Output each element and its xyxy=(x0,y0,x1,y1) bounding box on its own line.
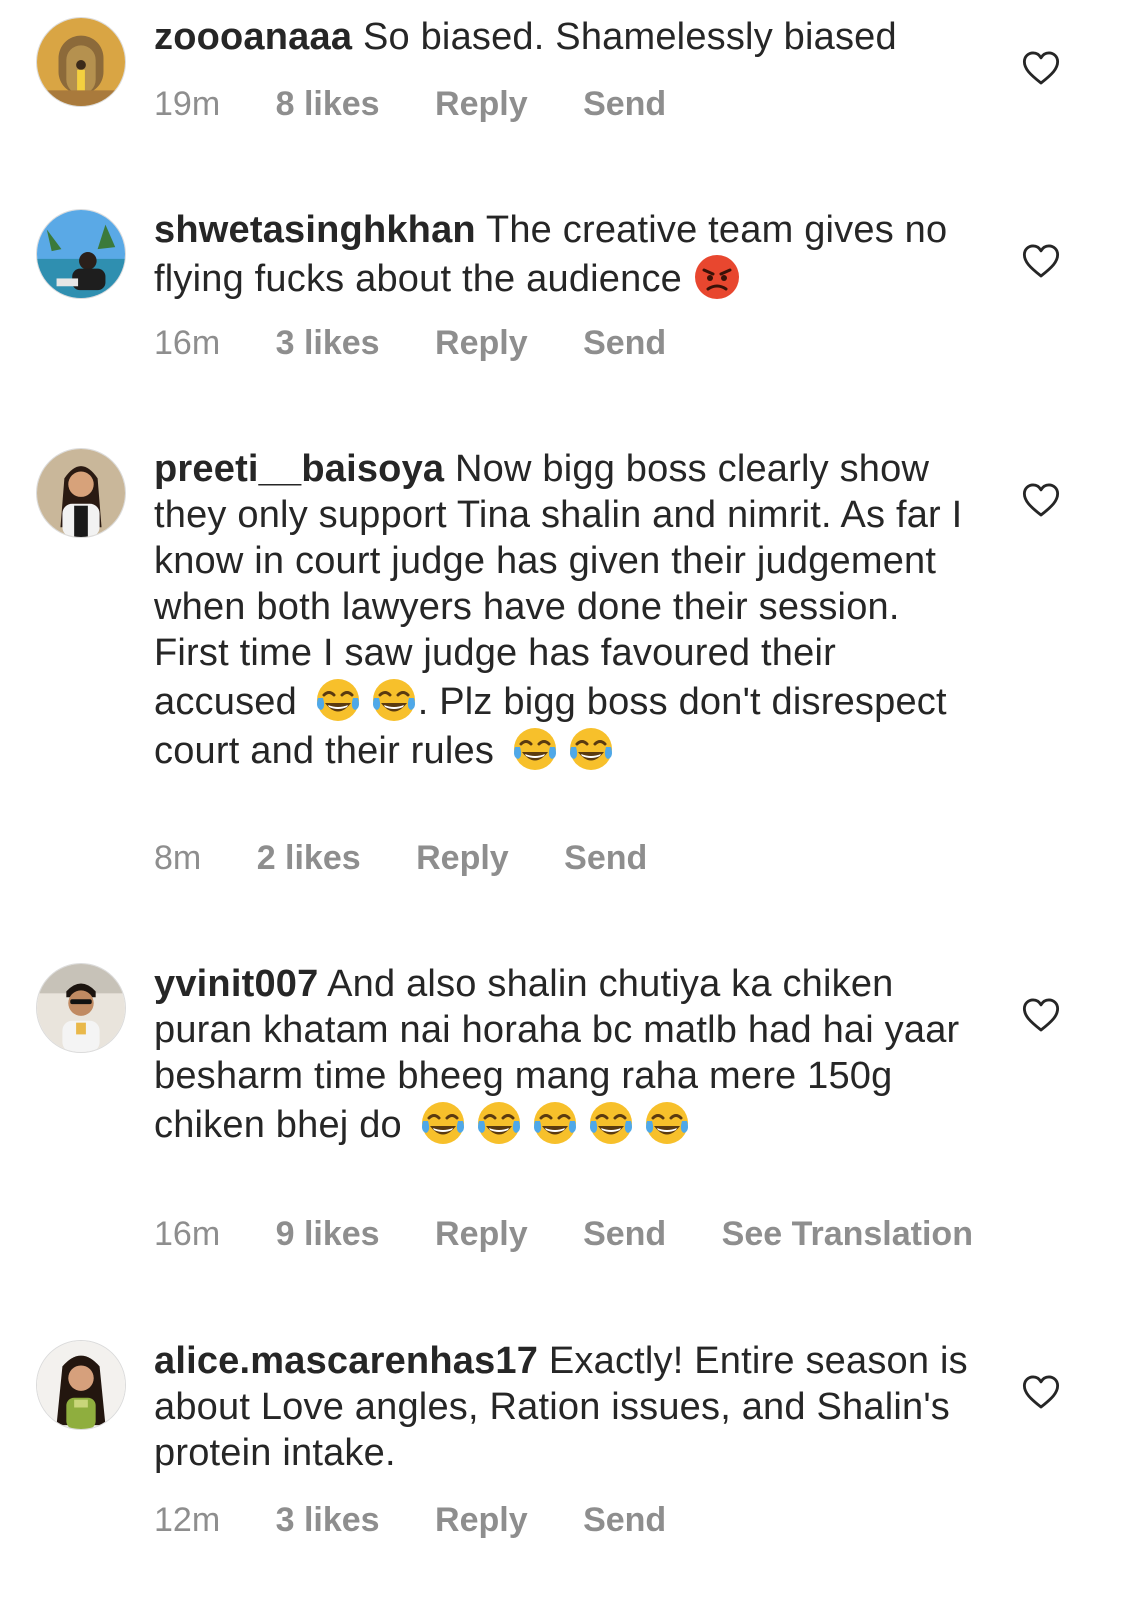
comment-time: 19m xyxy=(154,85,221,123)
avatar[interactable] xyxy=(36,209,126,299)
reply-button[interactable]: Reply xyxy=(416,838,509,878)
comment-text: shwetasinghkhan The creative team gives … xyxy=(154,207,974,302)
send-button[interactable]: Send xyxy=(583,84,666,124)
comment-username[interactable]: preeti__baisoya xyxy=(154,448,444,490)
tears-of-joy-emoji xyxy=(587,1099,635,1147)
heart-outline-icon[interactable] xyxy=(1022,243,1060,279)
tears-of-joy-emoji xyxy=(475,1099,523,1147)
heart-outline-icon[interactable] xyxy=(1022,482,1060,518)
heart-outline-icon[interactable] xyxy=(1022,1374,1060,1410)
comment-time: 8m xyxy=(154,839,202,877)
likes-count[interactable]: 2 likes xyxy=(257,838,361,878)
likes-count[interactable]: 8 likes xyxy=(276,84,380,124)
send-button[interactable]: Send xyxy=(583,1214,666,1254)
reply-button[interactable]: Reply xyxy=(435,323,528,363)
see-translation-button[interactable]: See Translation xyxy=(722,1214,973,1254)
avatar[interactable] xyxy=(36,1340,126,1430)
tears-of-joy-emoji xyxy=(567,725,615,773)
send-button[interactable]: Send xyxy=(583,1500,666,1540)
tears-of-joy-emoji xyxy=(531,1099,579,1147)
comment-body: So biased. Shamelessly biased xyxy=(362,16,897,58)
heart-outline-icon[interactable] xyxy=(1022,50,1060,86)
send-button[interactable]: Send xyxy=(564,838,647,878)
avatar[interactable] xyxy=(36,448,126,538)
comment-meta: 16m 3 likes Reply Send xyxy=(154,323,712,363)
comment-time: 16m xyxy=(154,1215,221,1253)
comment-meta: 12m 3 likes Reply Send xyxy=(154,1500,712,1540)
tears-of-joy-emoji xyxy=(643,1099,691,1147)
likes-count[interactable]: 3 likes xyxy=(276,323,380,363)
avatar[interactable] xyxy=(36,963,126,1053)
comment-username[interactable]: alice.mascarenhas17 xyxy=(154,1340,538,1382)
reply-button[interactable]: Reply xyxy=(435,1500,528,1540)
reply-button[interactable]: Reply xyxy=(435,84,528,124)
tears-of-joy-emoji xyxy=(419,1099,467,1147)
comment-username[interactable]: yvinit007 xyxy=(154,963,318,1005)
angry-face-emoji xyxy=(693,253,741,301)
tears-of-joy-emoji xyxy=(511,725,559,773)
comment-time: 16m xyxy=(154,324,221,362)
comment-meta: 19m 8 likes Reply Send xyxy=(154,84,712,124)
comment-text: preeti__baisoya Now bigg boss clearly sh… xyxy=(154,446,974,774)
comment-text: zoooanaaa So biased. Shamelessly biased xyxy=(154,14,974,60)
reply-button[interactable]: Reply xyxy=(435,1214,528,1254)
comment-text: alice.mascarenhas17 Exactly! Entire seas… xyxy=(154,1338,974,1476)
comment-username[interactable]: shwetasinghkhan xyxy=(154,209,476,251)
comment-text: yvinit007 And also shalin chutiya ka chi… xyxy=(154,961,974,1148)
comment-time: 12m xyxy=(154,1501,221,1539)
comment-meta: 8m 2 likes Reply Send xyxy=(154,838,693,878)
comment-username[interactable]: zoooanaaa xyxy=(154,16,352,58)
comment-meta: 16m 9 likes Reply Send See Translation xyxy=(154,1214,1019,1254)
tears-of-joy-emoji xyxy=(370,676,418,724)
avatar[interactable] xyxy=(36,17,126,107)
heart-outline-icon[interactable] xyxy=(1022,997,1060,1033)
send-button[interactable]: Send xyxy=(583,323,666,363)
tears-of-joy-emoji xyxy=(314,676,362,724)
likes-count[interactable]: 9 likes xyxy=(276,1214,380,1254)
likes-count[interactable]: 3 likes xyxy=(276,1500,380,1540)
